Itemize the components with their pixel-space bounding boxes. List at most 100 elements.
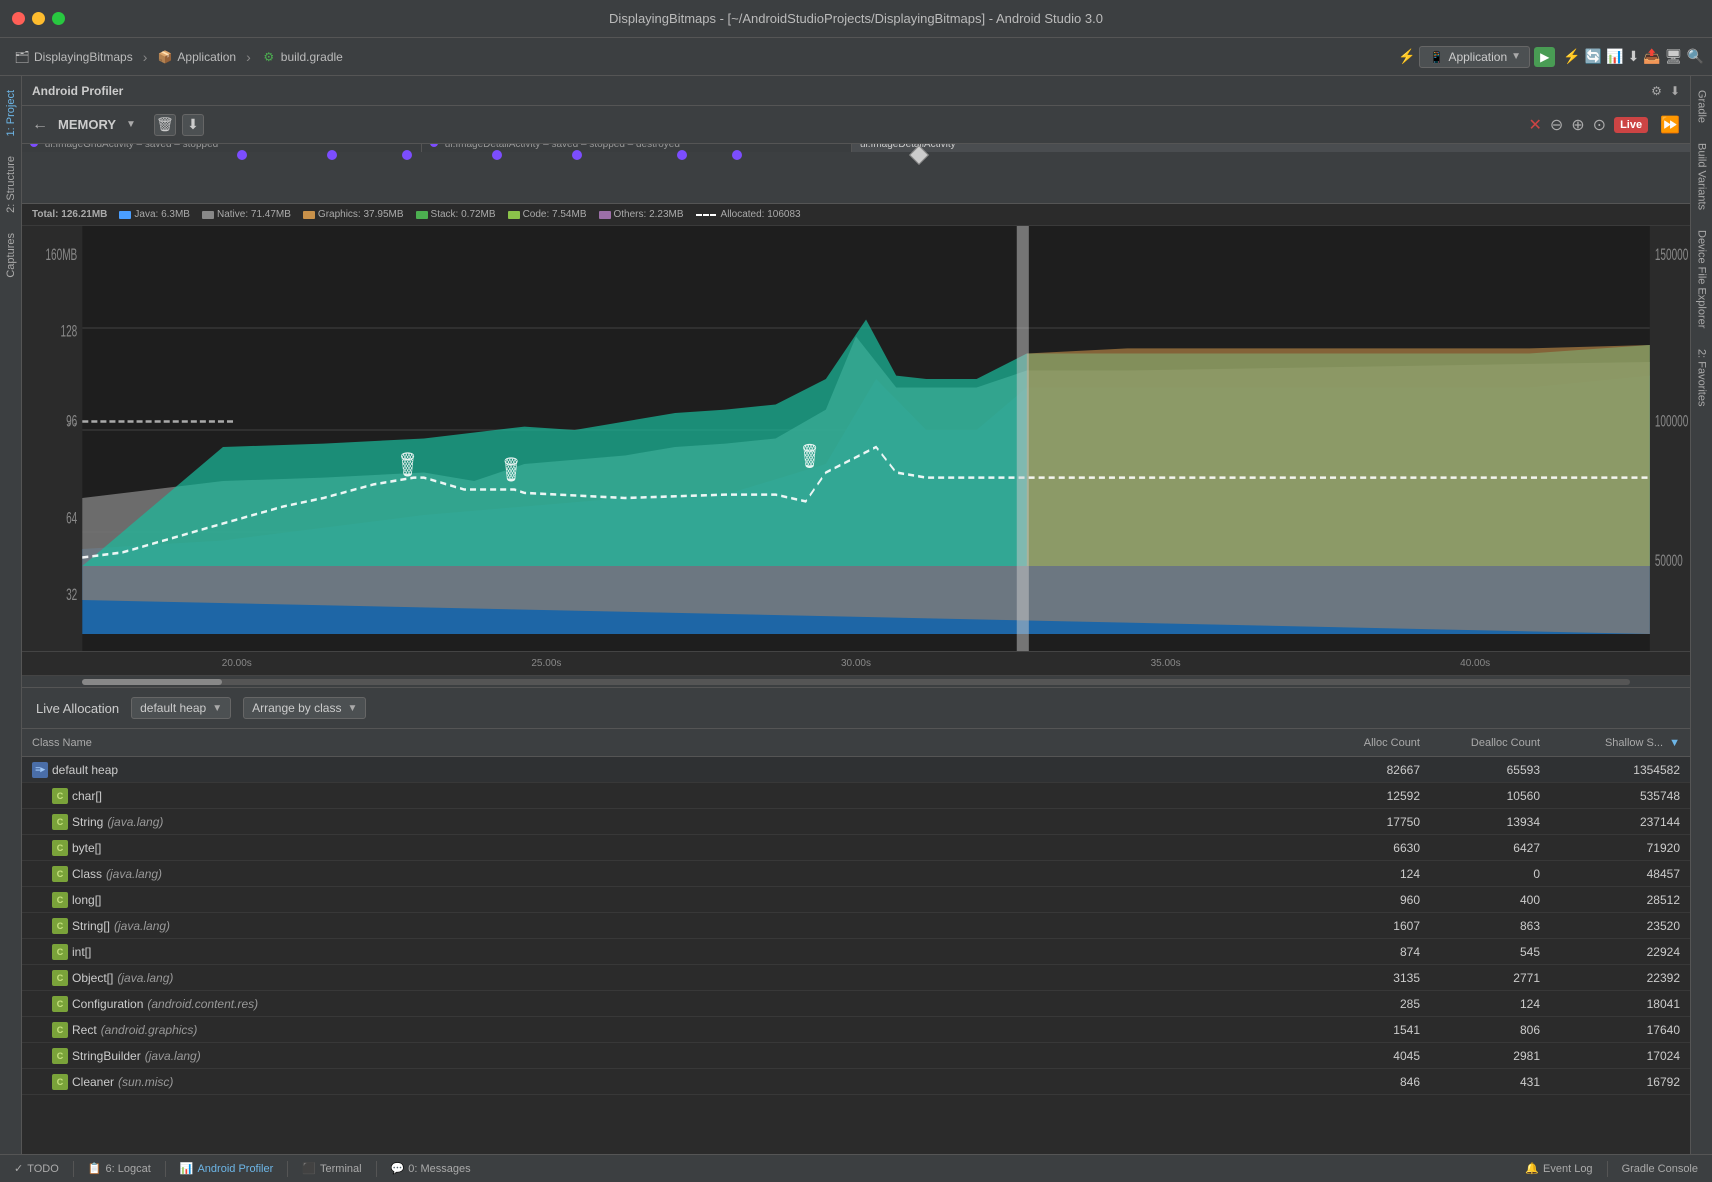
cell-alloc-count: 3135	[1310, 971, 1430, 985]
gradle-console-item[interactable]: Gradle Console	[1616, 1163, 1704, 1175]
cell-shallow-size: 237144	[1550, 815, 1690, 829]
zoom-out-button[interactable]: ⊖	[1550, 115, 1563, 135]
event-dot-6	[677, 150, 687, 160]
chart-scrollbar[interactable]	[22, 675, 1690, 687]
messages-label: 0: Messages	[408, 1163, 470, 1175]
sort-arrow: ▼	[1669, 737, 1680, 749]
native-label: Native: 71.47MB	[217, 209, 291, 220]
table-row[interactable]: Cbyte[]6630642771920	[22, 835, 1690, 861]
gc-button[interactable]: 🗑	[154, 114, 176, 136]
table-row[interactable]: CClass (java.lang)124048457	[22, 861, 1690, 887]
breadcrumb-sep1: ›	[143, 49, 148, 65]
table-row[interactable]: Cint[]87454522924	[22, 939, 1690, 965]
toolbar-icon-1[interactable]: ⚡	[1563, 48, 1580, 65]
session-tab-3[interactable]: ui.ImageDetailActivity	[852, 144, 1690, 152]
todo-item[interactable]: ✓ TODO	[8, 1162, 65, 1175]
dump-button[interactable]: ⬇	[182, 114, 204, 136]
col-class-name[interactable]: Class Name	[22, 737, 1310, 749]
settings-icon[interactable]: ⚙	[1651, 84, 1662, 98]
allocated-swatch	[696, 214, 716, 216]
right-tab-gradle[interactable]: Gradle	[1693, 80, 1711, 133]
fit-button[interactable]: ⊙	[1593, 115, 1606, 135]
cell-dealloc-count: 10560	[1430, 789, 1550, 803]
session-tab-1[interactable]: ui.ImageGridActivity – saved – stopped	[22, 144, 422, 152]
scrollbar-track[interactable]	[82, 679, 1630, 685]
heap-dropdown[interactable]: default heap ▼	[131, 697, 231, 719]
table-row[interactable]: CString[] (java.lang)160786323520	[22, 913, 1690, 939]
table-row[interactable]: CConfiguration (android.content.res)2851…	[22, 991, 1690, 1017]
table-row[interactable]: CStringBuilder (java.lang)4045298117024	[22, 1043, 1690, 1069]
toolbar-icon-2[interactable]: 🔄	[1585, 48, 1602, 65]
toolbar-icon-3[interactable]: 📊	[1606, 48, 1623, 65]
toolbar-icon-6[interactable]: 🖥	[1665, 48, 1683, 65]
cell-class-name: CString[] (java.lang)	[22, 918, 1310, 934]
table-row[interactable]: Cchar[]1259210560535748	[22, 783, 1690, 809]
memory-dropdown-arrow[interactable]: ▼	[126, 119, 136, 130]
top-toolbar: 🗂 DisplayingBitmaps › 📦 Application › ⚙ …	[0, 38, 1712, 76]
status-sep-3	[287, 1161, 288, 1177]
project-item[interactable]: 🗂 DisplayingBitmaps	[8, 47, 139, 67]
sidebar-tab-structure[interactable]: 2: Structure	[2, 146, 20, 223]
col-alloc-count[interactable]: Alloc Count	[1310, 737, 1430, 749]
class-name-text: long[]	[72, 893, 101, 907]
event-dot-2	[327, 150, 337, 160]
download-icon[interactable]: ⬇	[1670, 84, 1680, 98]
col-shallow-size[interactable]: Shallow S... ▼	[1550, 737, 1690, 749]
stack-label: Stack: 0.72MB	[431, 209, 496, 220]
toolbar-icon-4[interactable]: ⬇	[1628, 48, 1640, 65]
sidebar-tab-project[interactable]: 1: Project	[2, 80, 20, 146]
col-dealloc-count[interactable]: Dealloc Count	[1430, 737, 1550, 749]
run-button[interactable]: ▶	[1534, 47, 1555, 67]
total-memory-label: Total: 126.21MB	[32, 209, 107, 220]
logcat-item[interactable]: 📋 6: Logcat	[82, 1162, 157, 1175]
zoom-in-button[interactable]: ⊕	[1571, 115, 1584, 135]
messages-item[interactable]: 💬 0: Messages	[385, 1162, 477, 1175]
right-tab-favorites[interactable]: 2: Favorites	[1693, 339, 1711, 416]
close-profiler-button[interactable]: ✕	[1528, 115, 1541, 135]
toolbar-icon-debug[interactable]: ⚡	[1398, 48, 1415, 65]
application-item[interactable]: 📦 Application	[151, 47, 242, 67]
project-label: DisplayingBitmaps	[34, 50, 133, 64]
allocated-label: Allocated: 106083	[721, 209, 801, 220]
others-swatch	[599, 211, 611, 219]
right-tab-device-explorer[interactable]: Device File Explorer	[1693, 220, 1711, 338]
event-dot-7	[732, 150, 742, 160]
cell-shallow-size: 17640	[1550, 1023, 1690, 1037]
app-dropdown[interactable]: 📱 Application ▼	[1419, 46, 1530, 68]
allocated-legend: Allocated: 106083	[696, 209, 801, 220]
table-row[interactable]: ≡▸default heap82667655931354582	[22, 757, 1690, 783]
close-button[interactable]	[12, 12, 25, 25]
maximize-button[interactable]	[52, 12, 65, 25]
table-row[interactable]: CObject[] (java.lang)3135277122392	[22, 965, 1690, 991]
profiler-status-item[interactable]: 📊 Android Profiler	[174, 1162, 280, 1175]
cell-shallow-size: 48457	[1550, 867, 1690, 881]
class-name-text: Object[]	[72, 971, 113, 985]
table-row[interactable]: CCleaner (sun.misc)84643116792	[22, 1069, 1690, 1095]
event-log-item[interactable]: 🔔 Event Log	[1519, 1162, 1598, 1175]
session-tab-2[interactable]: ui.ImageDetailActivity – saved – stopped…	[422, 144, 852, 152]
stack-legend: Stack: 0.72MB	[416, 209, 496, 220]
class-name-text: String[]	[72, 919, 110, 933]
class-icon: C	[52, 944, 68, 960]
scrollbar-thumb[interactable]	[82, 679, 222, 685]
window-controls[interactable]	[12, 12, 65, 25]
terminal-item[interactable]: ⬛ Terminal	[296, 1162, 367, 1175]
sidebar-tab-captures[interactable]: Captures	[2, 223, 20, 288]
table-row[interactable]: Clong[]96040028512	[22, 887, 1690, 913]
toolbar-icon-7[interactable]: 🔍	[1687, 48, 1704, 65]
toolbar-icon-5[interactable]: 📤	[1643, 48, 1660, 65]
table-row[interactable]: CString (java.lang)1775013934237144	[22, 809, 1690, 835]
back-button[interactable]: ←	[32, 116, 48, 134]
gradle-item[interactable]: ⚙ build.gradle	[255, 47, 349, 67]
cell-class-name: CStringBuilder (java.lang)	[22, 1048, 1310, 1064]
right-tab-build-variants[interactable]: Build Variants	[1693, 133, 1711, 220]
svg-text:160MB: 160MB	[45, 244, 77, 263]
others-label: Others: 2.23MB	[614, 209, 684, 220]
event-dot-4	[492, 150, 502, 160]
table-row[interactable]: CRect (android.graphics)154180617640	[22, 1017, 1690, 1043]
minimize-button[interactable]	[32, 12, 45, 25]
gradle-console-label: Gradle Console	[1622, 1163, 1698, 1175]
x-tick-5: 40.00s	[1320, 658, 1630, 669]
arrange-dropdown[interactable]: Arrange by class ▼	[243, 697, 366, 719]
live-end-button[interactable]: ⏩	[1660, 115, 1680, 135]
